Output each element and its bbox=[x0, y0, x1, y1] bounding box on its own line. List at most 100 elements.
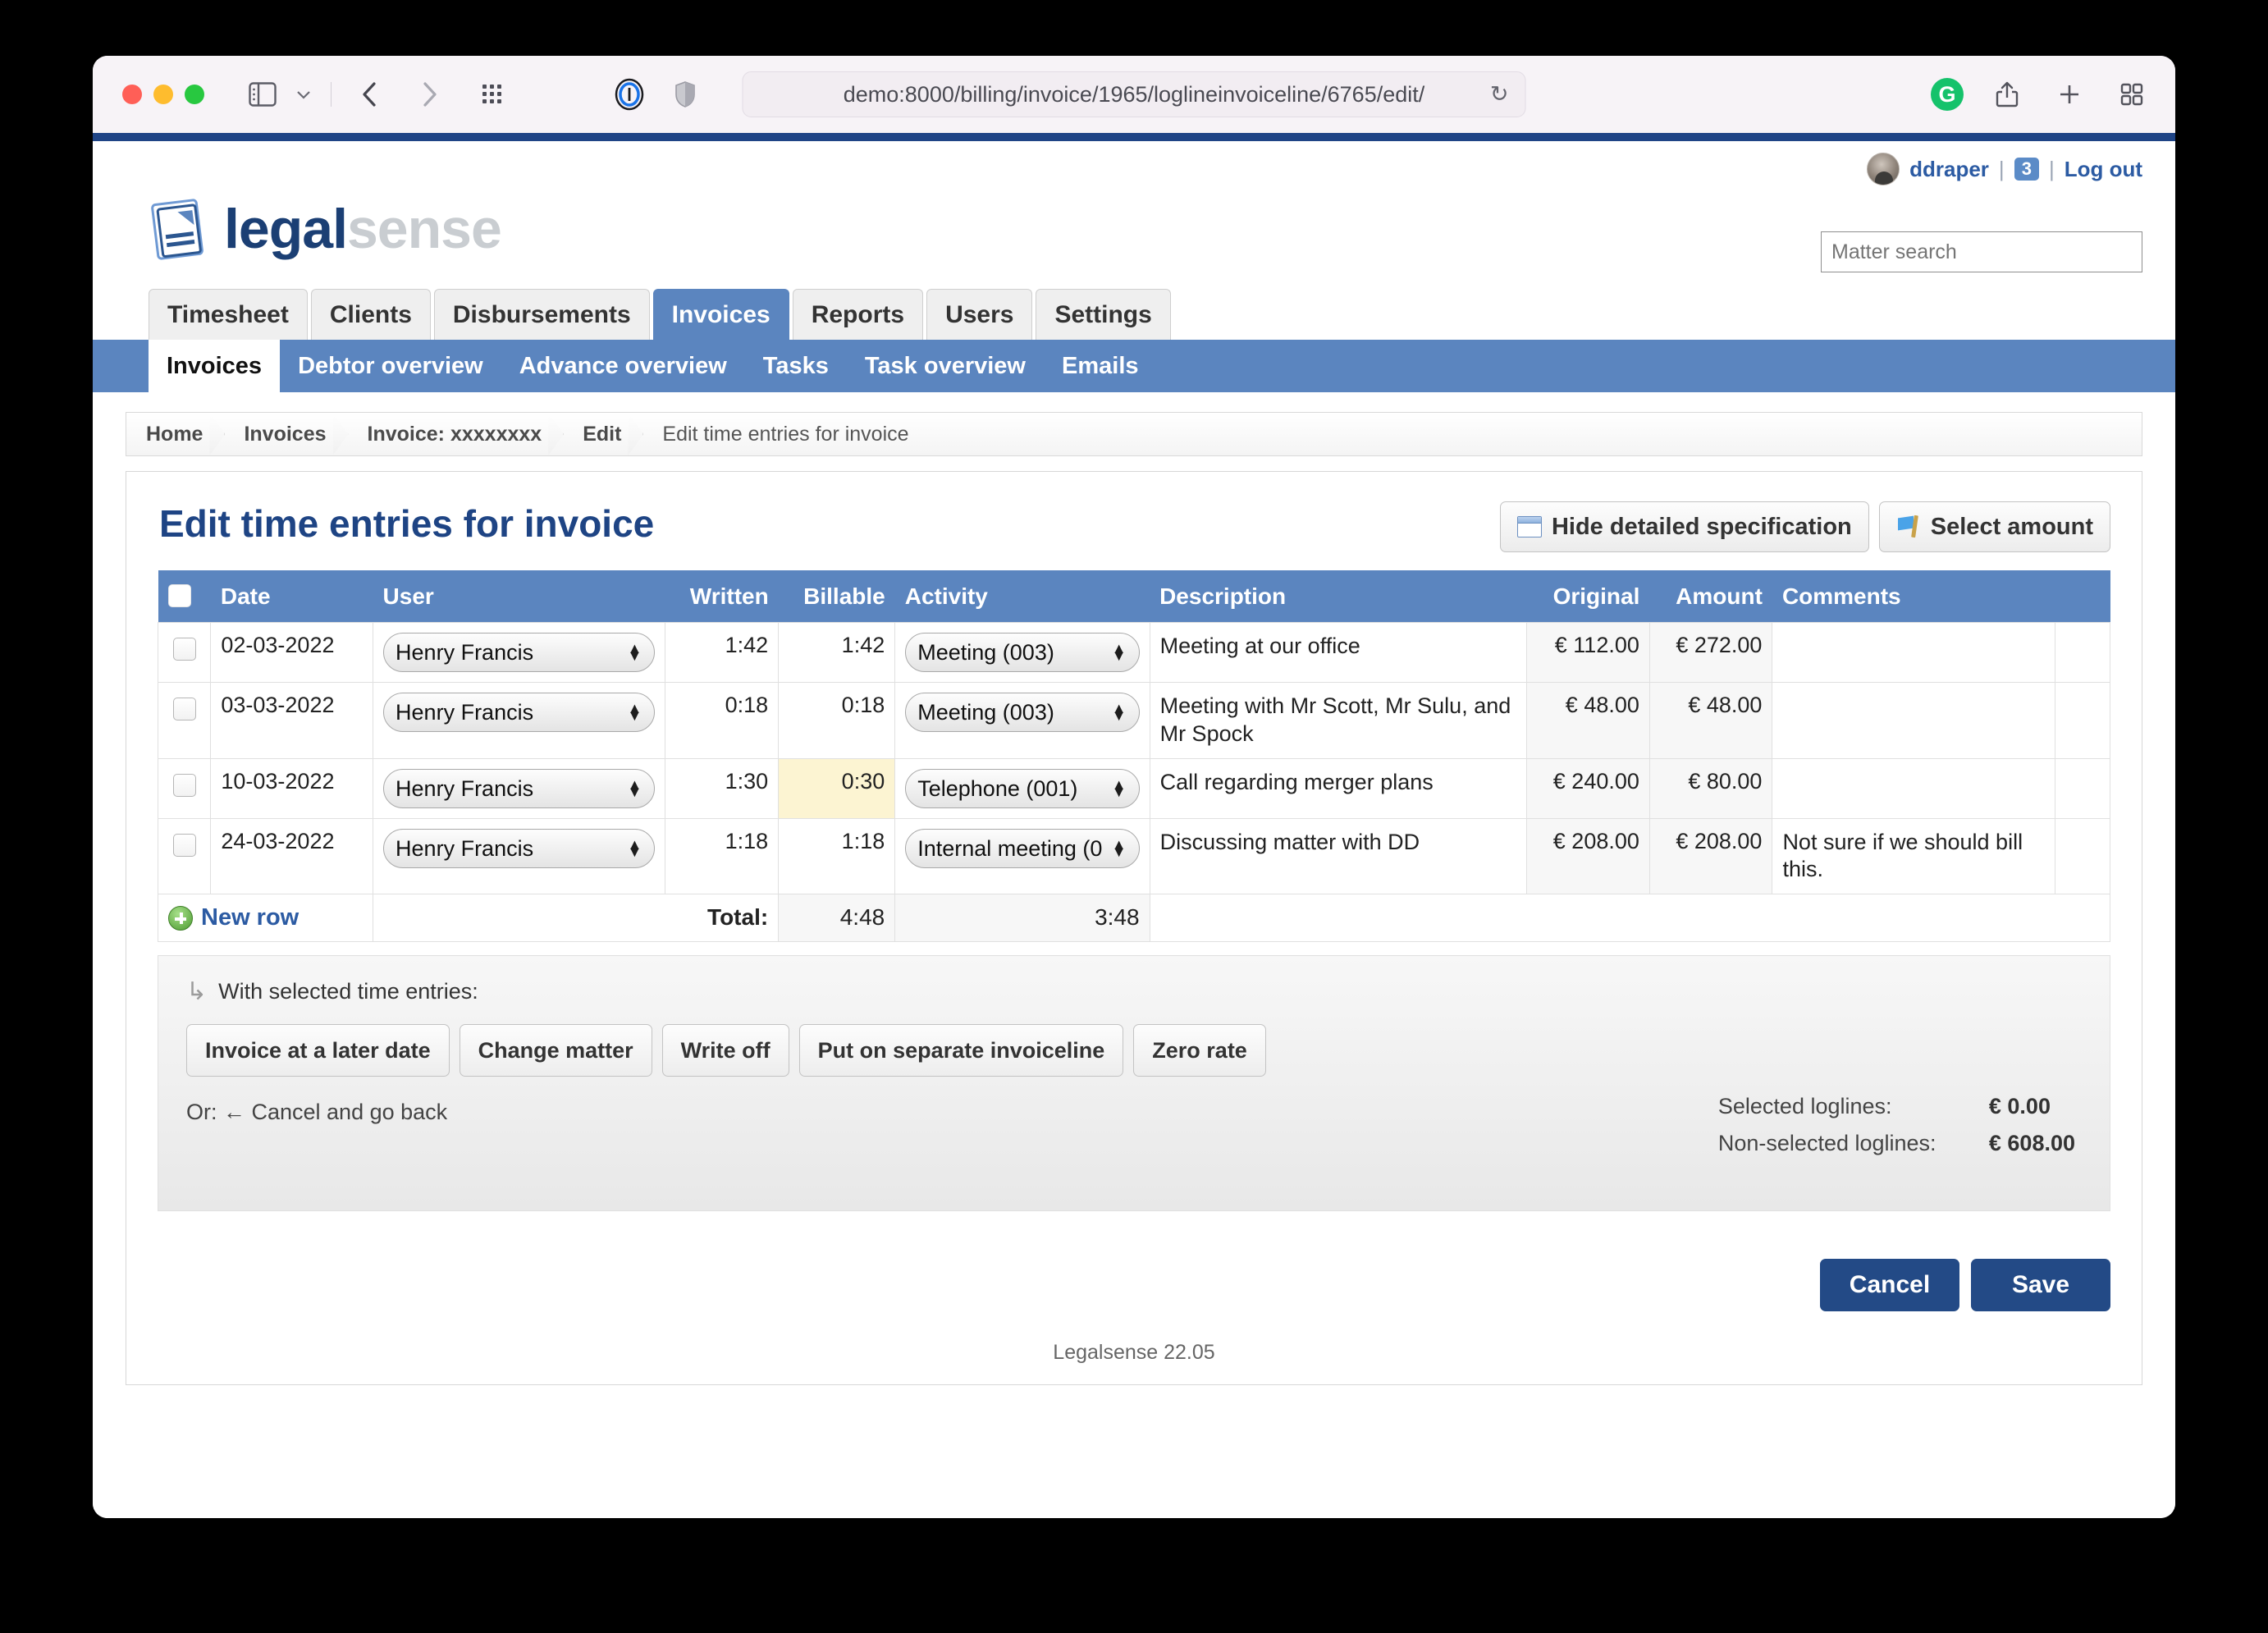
put-separate-invoiceline-button[interactable]: Put on separate invoiceline bbox=[799, 1024, 1124, 1077]
notification-badge[interactable]: 3 bbox=[2014, 158, 2039, 181]
cell-original: € 112.00 bbox=[1527, 623, 1650, 683]
column-header-billable[interactable]: Billable bbox=[779, 570, 895, 623]
tab-users[interactable]: Users bbox=[926, 289, 1032, 340]
share-icon[interactable] bbox=[1988, 76, 2026, 112]
legalsense-logo[interactable]: legalsense bbox=[149, 195, 501, 263]
cell-description[interactable]: Meeting at our office bbox=[1150, 623, 1527, 683]
activity-select[interactable]: Meeting (003) bbox=[905, 693, 1139, 732]
tab-timesheet[interactable]: Timesheet bbox=[149, 289, 308, 340]
maximize-window-button[interactable] bbox=[185, 85, 204, 104]
minimize-window-button[interactable] bbox=[153, 85, 173, 104]
new-row-button[interactable]: New row bbox=[168, 904, 363, 931]
select-amount-button[interactable]: Select amount bbox=[1879, 501, 2110, 552]
cell-description[interactable]: Call regarding merger plans bbox=[1150, 758, 1527, 818]
apps-grid-icon[interactable] bbox=[474, 76, 512, 112]
write-off-button[interactable]: Write off bbox=[662, 1024, 789, 1077]
grammarly-icon[interactable]: G bbox=[1931, 78, 1964, 111]
forward-icon[interactable] bbox=[410, 76, 448, 112]
invoice-later-button[interactable]: Invoice at a later date bbox=[186, 1024, 450, 1077]
cell-original: € 48.00 bbox=[1527, 683, 1650, 759]
column-header-activity[interactable]: Activity bbox=[895, 570, 1150, 623]
column-header-date[interactable]: Date bbox=[211, 570, 373, 623]
activity-select[interactable]: Meeting (003) bbox=[905, 633, 1139, 672]
column-header-amount[interactable]: Amount bbox=[1649, 570, 1772, 623]
cell-description[interactable]: Discussing matter with DD bbox=[1150, 818, 1527, 894]
activity-select-wrap: Internal meeting (004) ▲▼ bbox=[905, 829, 1139, 868]
content-panel: Edit time entries for invoice Hide detai… bbox=[126, 471, 2142, 1385]
window-controls[interactable] bbox=[122, 85, 204, 104]
reload-icon[interactable]: ↻ bbox=[1490, 82, 1509, 107]
row-checkbox[interactable] bbox=[173, 698, 196, 720]
tab-disbursements[interactable]: Disbursements bbox=[434, 289, 650, 340]
search-input[interactable] bbox=[1821, 231, 2142, 272]
cell-date: 24-03-2022 bbox=[211, 818, 373, 894]
with-selected-label: With selected time entries: bbox=[218, 979, 478, 1004]
back-icon[interactable] bbox=[351, 76, 389, 112]
cell-description[interactable]: Meeting with Mr Scott, Mr Sulu, and Mr S… bbox=[1150, 683, 1527, 759]
breadcrumb-item-invoice[interactable]: Invoice: xxxxxxxx bbox=[348, 413, 564, 455]
column-header-written[interactable]: Written bbox=[665, 570, 779, 623]
save-button[interactable]: Save bbox=[1971, 1259, 2110, 1311]
cancel-button[interactable]: Cancel bbox=[1820, 1259, 1959, 1311]
user-select[interactable]: Henry Francis bbox=[383, 693, 655, 732]
breadcrumb-item-invoices[interactable]: Invoices bbox=[224, 413, 347, 455]
tab-group-chevron-icon[interactable] bbox=[285, 76, 322, 112]
tab-reports[interactable]: Reports bbox=[793, 289, 923, 340]
url-bar[interactable]: demo:8000/billing/invoice/1965/loglinein… bbox=[743, 71, 1526, 117]
column-header-original[interactable]: Original bbox=[1527, 570, 1650, 623]
subnav-item-debtor-overview[interactable]: Debtor overview bbox=[280, 340, 501, 392]
subnav-item-tasks[interactable]: Tasks bbox=[745, 340, 847, 392]
username-label[interactable]: ddraper bbox=[1909, 157, 1989, 182]
row-checkbox[interactable] bbox=[173, 638, 196, 661]
zero-rate-button[interactable]: Zero rate bbox=[1133, 1024, 1266, 1077]
logout-link[interactable]: Log out bbox=[2065, 157, 2142, 182]
tab-overview-icon[interactable] bbox=[2113, 76, 2151, 112]
subnav-item-emails[interactable]: Emails bbox=[1044, 340, 1157, 392]
plus-icon[interactable] bbox=[2051, 76, 2088, 112]
row-checkbox[interactable] bbox=[173, 834, 196, 857]
user-select[interactable]: Henry Francis bbox=[383, 633, 655, 672]
url-text: demo:8000/billing/invoice/1965/loglinein… bbox=[844, 82, 1425, 107]
subnav-item-invoices[interactable]: Invoices bbox=[149, 340, 280, 392]
cell-activity: Meeting (003) ▲▼ bbox=[895, 623, 1150, 683]
hide-detailed-specification-button[interactable]: Hide detailed specification bbox=[1500, 501, 1869, 552]
new-row-cell[interactable]: New row bbox=[158, 894, 373, 942]
subnav-item-task-overview[interactable]: Task overview bbox=[847, 340, 1044, 392]
cell-written: 1:18 bbox=[665, 818, 779, 894]
cell-comments[interactable] bbox=[1772, 623, 2055, 683]
subnav-label: Invoices bbox=[167, 353, 262, 380]
breadcrumb-item-edit[interactable]: Edit bbox=[563, 413, 642, 455]
table-header: Date User Written Billable Activity Desc… bbox=[158, 570, 2110, 623]
activity-select[interactable]: Telephone (001) bbox=[905, 769, 1139, 808]
select-all-checkbox[interactable] bbox=[168, 584, 191, 607]
select-all-header[interactable] bbox=[158, 570, 211, 623]
tab-settings[interactable]: Settings bbox=[1036, 289, 1170, 340]
tab-invoices[interactable]: Invoices bbox=[653, 289, 789, 340]
privacy-shield-icon[interactable] bbox=[666, 76, 704, 112]
user-select[interactable]: Henry Francis bbox=[383, 769, 655, 808]
sidebar-icon[interactable] bbox=[244, 76, 281, 112]
1password-icon[interactable] bbox=[610, 76, 648, 112]
user-select[interactable]: Henry Francis bbox=[383, 829, 655, 868]
table-row: 10-03-2022 Henry Francis ▲▼ 1:30 0:30 bbox=[158, 758, 2110, 818]
cell-comments[interactable] bbox=[1772, 683, 2055, 759]
close-window-button[interactable] bbox=[122, 85, 142, 104]
row-select-cell[interactable] bbox=[158, 818, 211, 894]
activity-select[interactable]: Internal meeting (004) bbox=[905, 829, 1139, 868]
cell-comments[interactable] bbox=[1772, 758, 2055, 818]
column-header-comments[interactable]: Comments bbox=[1772, 570, 2055, 623]
row-select-cell[interactable] bbox=[158, 683, 211, 759]
cell-comments[interactable]: Not sure if we should bill this. bbox=[1772, 818, 2055, 894]
breadcrumb-item-home[interactable]: Home bbox=[126, 413, 224, 455]
row-select-cell[interactable] bbox=[158, 758, 211, 818]
subnav-item-advance-overview[interactable]: Advance overview bbox=[501, 340, 745, 392]
column-header-user[interactable]: User bbox=[373, 570, 665, 623]
cell-user: Henry Francis ▲▼ bbox=[373, 818, 665, 894]
row-select-cell[interactable] bbox=[158, 623, 211, 683]
tab-label: Timesheet bbox=[167, 301, 289, 329]
change-matter-button[interactable]: Change matter bbox=[460, 1024, 652, 1077]
table-row: 03-03-2022 Henry Francis ▲▼ 0:18 0:18 bbox=[158, 683, 2110, 759]
column-header-description[interactable]: Description bbox=[1150, 570, 1527, 623]
row-checkbox[interactable] bbox=[173, 774, 196, 797]
tab-clients[interactable]: Clients bbox=[311, 289, 431, 340]
